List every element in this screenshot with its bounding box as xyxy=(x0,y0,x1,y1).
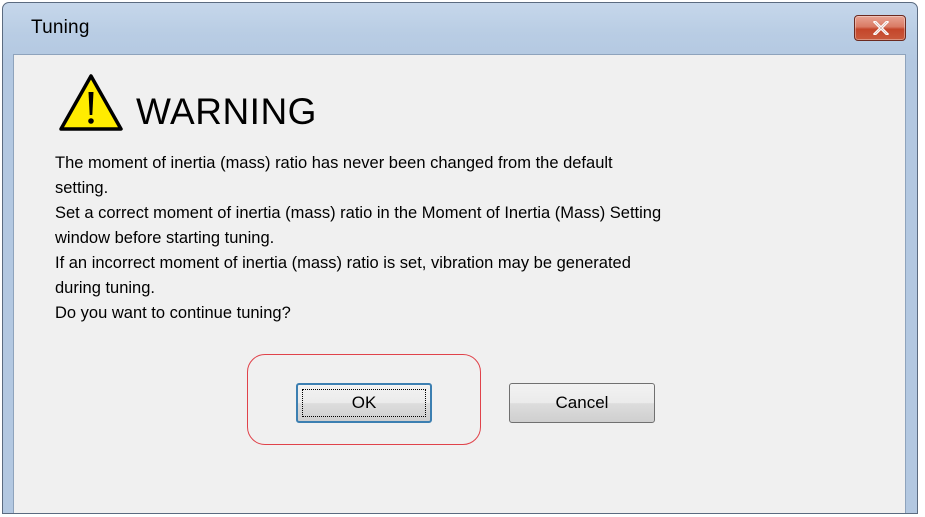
warning-triangle-icon xyxy=(59,74,123,131)
title-bar[interactable]: Tuning xyxy=(3,3,917,55)
warning-message: The moment of inertia (mass) ratio has n… xyxy=(55,151,855,326)
close-x-icon xyxy=(873,21,889,35)
warning-heading: WARNING xyxy=(136,91,317,132)
message-line: If an incorrect moment of inertia (mass)… xyxy=(55,254,631,272)
ok-button[interactable]: OK xyxy=(296,383,432,423)
window-title: Tuning xyxy=(31,17,90,38)
close-button[interactable] xyxy=(854,15,906,41)
message-line: Set a correct moment of inertia (mass) r… xyxy=(55,204,662,222)
cancel-button-label: Cancel xyxy=(555,393,609,412)
focus-rectangle xyxy=(302,389,426,417)
message-line: setting. xyxy=(55,179,109,197)
message-line: Do you want to continue tuning? xyxy=(55,304,291,322)
cancel-button[interactable]: Cancel xyxy=(509,383,655,423)
message-line: window before starting tuning. xyxy=(55,229,275,247)
message-line: during tuning. xyxy=(55,279,155,297)
message-line: The moment of inertia (mass) ratio has n… xyxy=(55,154,613,172)
